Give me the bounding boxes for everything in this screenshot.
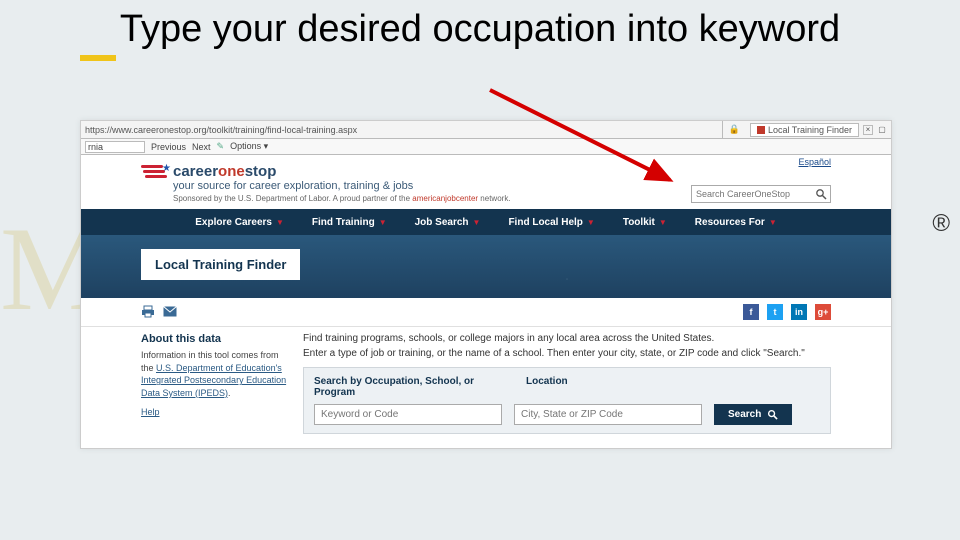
nav-job-search[interactable]: Job Search▼	[401, 209, 495, 235]
search-icon[interactable]	[812, 188, 830, 200]
accent-bar	[80, 55, 116, 61]
chevron-down-icon: ▼	[276, 218, 284, 227]
tab-title: Local Training Finder	[768, 125, 852, 135]
help-link[interactable]: Help	[141, 407, 291, 417]
site-header: ★ careeronestop your source for career e…	[81, 155, 891, 209]
site-search	[691, 185, 831, 203]
googleplus-icon[interactable]: g+	[815, 304, 831, 320]
ipeds-link[interactable]: U.S. Department of Education's Integrate…	[141, 363, 286, 398]
content-body: About this data Information in this tool…	[81, 327, 891, 448]
page-title: Local Training Finder	[141, 249, 300, 280]
tab-favicon-icon	[757, 126, 765, 134]
chevron-down-icon: ▼	[769, 218, 777, 227]
flag-icon: ★	[141, 163, 167, 189]
chevron-down-icon: ▼	[379, 218, 387, 227]
chevron-down-icon: ▼	[473, 218, 481, 227]
find-toolbar: rnia Previous Next ✎ Options ▾	[81, 139, 891, 155]
action-toolbar: f t in g+	[81, 298, 891, 327]
slide-title: Type your desired occupation into keywor…	[0, 0, 960, 55]
nav-explore-careers[interactable]: Explore Careers▼	[181, 209, 298, 235]
registered-mark: ®	[932, 210, 950, 238]
search-box: Search by Occupation, School, or Program…	[303, 367, 831, 434]
site-logo[interactable]: ★ careeronestop your source for career e…	[141, 163, 511, 203]
intro-text-1: Find training programs, schools, or coll…	[303, 333, 831, 344]
main-nav: Explore Careers▼ Find Training▼ Job Sear…	[81, 209, 891, 235]
linkedin-icon[interactable]: in	[791, 304, 807, 320]
tab-close-button[interactable]: ×	[863, 125, 873, 135]
nav-toolkit[interactable]: Toolkit▼	[609, 209, 681, 235]
sidebar: About this data Information in this tool…	[141, 333, 291, 434]
find-input[interactable]: rnia	[85, 141, 145, 153]
twitter-icon[interactable]: t	[767, 304, 783, 320]
sponsor-line: Sponsored by the U.S. Department of Labo…	[173, 194, 511, 203]
new-tab-button[interactable]: ▢	[877, 125, 887, 135]
find-highlight-icon[interactable]: ✎	[217, 141, 225, 152]
nav-find-training[interactable]: Find Training▼	[298, 209, 401, 235]
nav-find-local-help[interactable]: Find Local Help▼	[494, 209, 608, 235]
find-options-button[interactable]: Options ▾	[230, 141, 268, 152]
keyword-input[interactable]	[314, 404, 502, 425]
search-location-label: Location	[526, 376, 568, 398]
brand-name: careeronestop	[173, 163, 511, 180]
site-search-input[interactable]	[692, 189, 812, 199]
print-icon[interactable]	[141, 305, 155, 319]
search-button[interactable]: Search	[714, 404, 792, 425]
search-keyword-label: Search by Occupation, School, or Program	[314, 376, 514, 398]
main-panel: Find training programs, schools, or coll…	[303, 333, 831, 434]
find-next-button[interactable]: Next	[192, 142, 211, 152]
hero-band: Local Training Finder	[81, 235, 891, 298]
find-prev-button[interactable]: Previous	[151, 142, 186, 152]
tagline: your source for career exploration, trai…	[173, 180, 511, 192]
chevron-down-icon: ▼	[587, 218, 595, 227]
about-data-text: Information in this tool comes from the …	[141, 349, 291, 399]
facebook-icon[interactable]: f	[743, 304, 759, 320]
about-data-heading: About this data	[141, 333, 291, 345]
browser-tab[interactable]: Local Training Finder	[750, 123, 859, 137]
email-icon[interactable]	[163, 305, 177, 319]
lock-icon: 🔒	[729, 124, 740, 135]
nav-resources-for[interactable]: Resources For▼	[681, 209, 791, 235]
espanol-link[interactable]: Español	[798, 157, 831, 167]
address-bar: https://www.careeronestop.org/toolkit/tr…	[81, 121, 891, 139]
search-icon	[767, 409, 778, 420]
browser-window: https://www.careeronestop.org/toolkit/tr…	[80, 120, 892, 449]
chevron-down-icon: ▼	[659, 218, 667, 227]
location-input[interactable]	[514, 404, 702, 425]
intro-text-2: Enter a type of job or training, or the …	[303, 348, 831, 359]
url-field[interactable]: https://www.careeronestop.org/toolkit/tr…	[81, 121, 723, 138]
